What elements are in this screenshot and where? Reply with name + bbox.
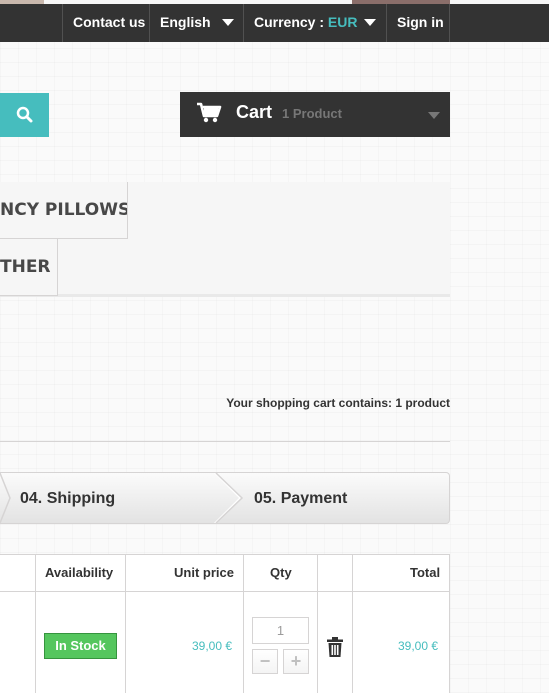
divider [0, 441, 450, 442]
chevron-down-icon [428, 112, 440, 119]
unit-price: 39,00 € [192, 639, 233, 653]
search-icon [16, 106, 33, 123]
language-label: English [160, 14, 211, 30]
top-nav-bar-end [449, 4, 549, 42]
step-separator [214, 472, 244, 524]
row-total: 39,00 € [398, 639, 439, 653]
step-shipping[interactable]: 04. Shipping [20, 490, 115, 508]
cart-title: Cart [236, 102, 273, 122]
step-payment[interactable]: 05. Payment [254, 490, 347, 508]
currency-value: EUR [327, 14, 358, 30]
search-button[interactable] [0, 93, 49, 137]
menu-item-pillows[interactable]: NCY PILLOWS [0, 182, 128, 239]
menu-item-label: THER [0, 257, 51, 277]
chevron-down-icon [222, 19, 234, 26]
shopping-cart-icon [197, 102, 222, 123]
menu-item-label: NCY PILLOWS [0, 200, 128, 220]
header-unit-price: Unit price [174, 565, 234, 580]
column-divider [243, 555, 244, 693]
column-divider [317, 555, 318, 693]
currency-prefix: Currency : [254, 14, 325, 30]
checkout-steps: 04. Shipping 05. Payment [0, 472, 450, 524]
language-selector[interactable]: English [149, 4, 244, 42]
quantity-decrease-button[interactable]: − [252, 649, 278, 674]
quantity-input[interactable]: 1 [252, 617, 309, 644]
cart-count: 1 Product [282, 106, 342, 121]
cart-summary: Your shopping cart contains: 1 product [226, 396, 450, 410]
currency-selector[interactable]: Currency : EUR [243, 4, 387, 42]
main-menu: NCY PILLOWS THER [0, 182, 450, 297]
header-qty: Qty [270, 565, 292, 580]
step-separator [0, 472, 11, 524]
trash-icon[interactable] [327, 637, 343, 657]
column-divider [35, 555, 36, 693]
contact-us-label: Contact us [73, 14, 146, 30]
sign-in-link[interactable]: Sign in [386, 4, 450, 42]
cart-table: Availability Unit price Qty Total In Sto… [0, 554, 450, 693]
header-availability: Availability [45, 565, 114, 580]
chevron-down-icon [364, 19, 376, 26]
menu-item-other[interactable]: THER [0, 239, 58, 296]
header-total: Total [410, 565, 441, 580]
contact-us-link[interactable]: Contact us [62, 4, 150, 42]
status-badge: In Stock [44, 633, 117, 659]
sign-in-label: Sign in [397, 14, 444, 30]
quantity-increase-button[interactable]: + [283, 649, 309, 674]
column-divider [125, 555, 126, 693]
table-divider [0, 591, 450, 592]
column-divider [352, 555, 353, 693]
cart-dropdown[interactable]: Cart 1 Product [180, 92, 450, 137]
